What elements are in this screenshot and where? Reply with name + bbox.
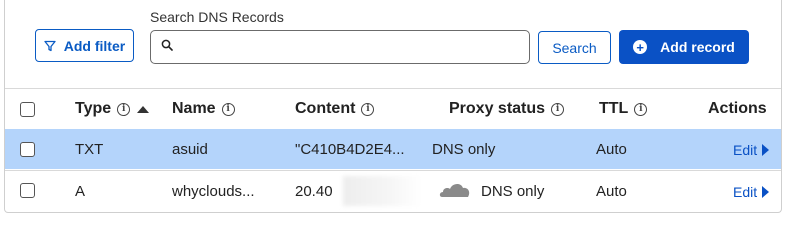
info-icon[interactable]: i [361,102,375,116]
add-filter-button[interactable]: Add filter [35,29,134,62]
edit-button[interactable]: Edit [733,184,770,200]
filter-icon [44,40,56,52]
edit-label: Edit [733,184,758,200]
chevron-right-icon [762,144,770,156]
search-input[interactable] [181,39,521,55]
sort-ascending-icon[interactable] [137,105,150,113]
search-field[interactable] [150,30,530,64]
redacted-content [343,176,421,206]
table-row[interactable]: TXT asuid "C410B4D2E4... DNS only Auto E… [5,129,781,169]
column-type-label: Type [75,100,112,117]
record-ttl: Auto [596,183,627,200]
proxy-status: DNS only [432,141,496,158]
add-filter-label: Add filter [63,37,126,54]
cloud-icon [439,179,472,203]
record-name: whyclouds... [172,183,255,200]
chevron-right-icon [762,186,770,198]
row-checkbox[interactable] [20,183,35,198]
info-icon[interactable]: i [634,102,648,116]
search-button[interactable]: Search [538,31,611,64]
column-type[interactable]: Type i [75,100,150,118]
add-record-label: Add record [660,39,735,55]
info-icon[interactable]: i [221,102,235,116]
record-content: 20.40 [295,183,333,200]
info-icon[interactable]: i [551,102,565,116]
column-proxy-status-label: Proxy status [449,100,546,117]
column-content[interactable]: Content i [295,100,375,118]
record-ttl: Auto [596,141,627,158]
search-icon [161,38,173,56]
column-actions: Actions [708,100,767,118]
search-label: Search DNS Records [150,9,284,25]
column-proxy-status[interactable]: Proxy status i [449,100,565,118]
record-content: "C410B4D2E4... [295,141,405,158]
column-name-label: Name [172,100,216,117]
row-checkbox[interactable] [20,142,35,157]
add-record-button[interactable]: + Add record [619,30,749,64]
info-icon[interactable]: i [117,102,131,116]
edit-button[interactable]: Edit [733,142,770,158]
column-actions-label: Actions [708,100,767,117]
column-ttl-label: TTL [599,100,629,117]
edit-label: Edit [733,142,758,158]
plus-circle-icon: + [633,40,648,54]
search-button-label: Search [552,39,597,56]
record-type: A [75,183,86,200]
column-ttl[interactable]: TTL i [599,100,648,118]
column-name[interactable]: Name i [172,100,235,118]
table-header: Type i Name i Content i Proxy status i T… [5,88,781,128]
column-content-label: Content [295,100,356,117]
record-name: asuid [172,141,208,158]
table-row[interactable]: A whyclouds... 20.40 DNS only Auto Edit [5,170,781,210]
record-type: TXT [75,141,104,158]
select-all-checkbox[interactable] [20,102,35,117]
proxy-status: DNS only [481,183,545,200]
